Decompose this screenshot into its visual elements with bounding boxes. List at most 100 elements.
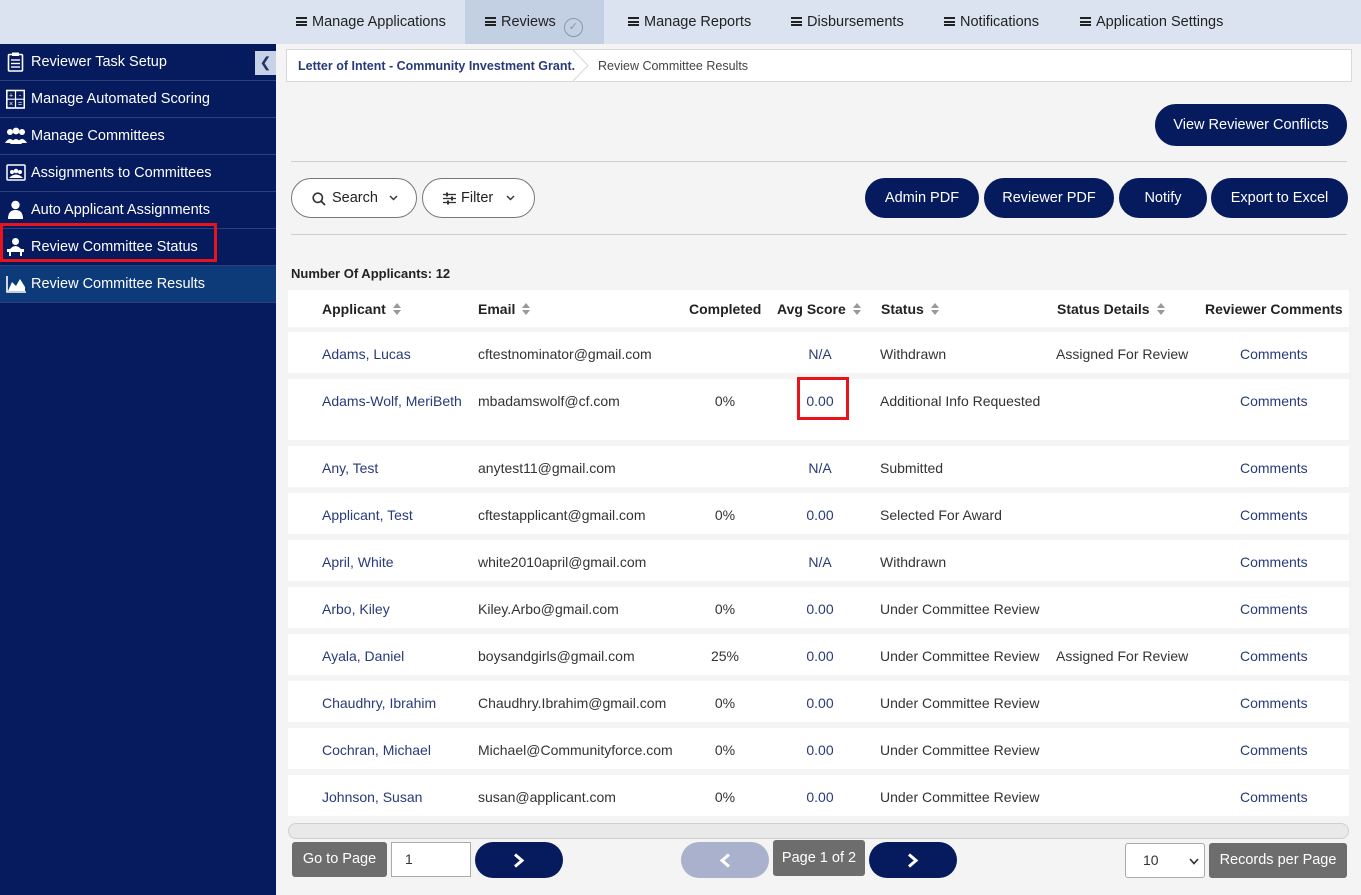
column-header-status-details[interactable]: Status Details bbox=[1057, 301, 1165, 317]
status-details-cell: Assigned For Review bbox=[1056, 346, 1189, 362]
applicant-count: Number Of Applicants: 12 bbox=[291, 266, 451, 281]
sidebar-item-manage-committees[interactable]: Manage Committees bbox=[0, 118, 276, 155]
status-cell: Under Committee Review bbox=[880, 789, 1040, 805]
email-cell: boysandgirls@gmail.com bbox=[478, 648, 635, 664]
svg-text:×: × bbox=[9, 101, 13, 108]
status-cell: Additional Info Requested bbox=[880, 393, 1041, 409]
filter-label: Filter bbox=[461, 190, 494, 206]
collapse-sidebar-button[interactable]: ❮ bbox=[255, 51, 276, 75]
previous-page-button[interactable] bbox=[681, 842, 769, 878]
table-row: Cochran, Michael Michael@Communityforce.… bbox=[288, 728, 1349, 769]
applicant-link[interactable]: Arbo, Kiley bbox=[322, 601, 390, 617]
column-header-email[interactable]: Email bbox=[478, 301, 531, 317]
committee-assign-icon bbox=[6, 164, 26, 181]
applicant-link[interactable]: Any, Test bbox=[322, 460, 378, 476]
nav-manage-reports[interactable]: Manage Reports bbox=[628, 0, 751, 44]
clipboard-checklist-icon bbox=[7, 52, 24, 72]
email-cell: white2010april@gmail.com bbox=[478, 554, 647, 570]
applicant-link[interactable]: April, White bbox=[322, 554, 394, 570]
records-per-page-select[interactable]: 10 bbox=[1125, 843, 1205, 878]
applicant-link[interactable]: Cochran, Michael bbox=[322, 742, 431, 758]
comments-link[interactable]: Comments bbox=[1240, 346, 1308, 362]
sidebar-item-label: Manage Committees bbox=[31, 128, 165, 144]
avg-score-cell: N/A bbox=[808, 554, 832, 570]
group-icon bbox=[5, 127, 27, 144]
status-cell: Under Committee Review bbox=[880, 695, 1040, 711]
avg-score-link[interactable]: 0.00 bbox=[780, 648, 860, 664]
comments-link[interactable]: Comments bbox=[1240, 601, 1308, 617]
status-cell: Submitted bbox=[880, 460, 944, 476]
column-header-avg-score[interactable]: Avg Score bbox=[777, 301, 861, 317]
area-chart-icon bbox=[6, 276, 26, 293]
avg-score-link[interactable]: 0.00 bbox=[780, 789, 860, 805]
applicant-link[interactable]: Adams, Lucas bbox=[322, 346, 411, 362]
go-to-page-button[interactable]: Go to Page bbox=[292, 842, 387, 877]
applicant-link[interactable]: Ayala, Daniel bbox=[322, 648, 404, 664]
page-number-input[interactable]: 1 bbox=[391, 842, 471, 877]
applicant-link[interactable]: Applicant, Test bbox=[322, 507, 413, 523]
table-row: Applicant, Test cftestapplicant@gmail.co… bbox=[288, 493, 1349, 534]
sidebar-item-assignments-to-committees[interactable]: Assignments to Committees bbox=[0, 155, 276, 192]
chevron-left-icon bbox=[719, 853, 730, 868]
avg-score-link[interactable]: 0.00 bbox=[780, 742, 860, 758]
nav-notifications[interactable]: Notifications bbox=[944, 0, 1039, 44]
applicant-link[interactable]: Johnson, Susan bbox=[322, 789, 422, 805]
table-row: Chaudhry, Ibrahim Chaudhry.Ibrahim@gmail… bbox=[288, 681, 1349, 722]
comments-link[interactable]: Comments bbox=[1240, 554, 1308, 570]
reviewer-pdf-button[interactable]: Reviewer PDF bbox=[984, 178, 1114, 218]
horizontal-scrollbar[interactable] bbox=[288, 823, 1349, 839]
sort-icon bbox=[392, 303, 401, 315]
nav-application-settings[interactable]: Application Settings bbox=[1080, 0, 1223, 44]
comments-link[interactable]: Comments bbox=[1240, 507, 1308, 523]
sidebar-item-automated-scoring[interactable]: + - × = Manage Automated Scoring bbox=[0, 81, 276, 118]
export-to-excel-button[interactable]: Export to Excel bbox=[1211, 178, 1348, 218]
highlight-box bbox=[797, 377, 849, 420]
sliders-icon bbox=[443, 192, 456, 205]
sidebar-item-review-committee-results[interactable]: Review Committee Results bbox=[0, 266, 276, 303]
notify-button[interactable]: Notify bbox=[1119, 178, 1207, 218]
applicant-link[interactable]: Adams-Wolf, MeriBeth bbox=[322, 393, 462, 409]
nav-label: Notifications bbox=[960, 14, 1039, 30]
sidebar-item-label: Reviewer Task Setup bbox=[31, 54, 167, 70]
comments-link[interactable]: Comments bbox=[1240, 742, 1308, 758]
nav-label: Manage Reports bbox=[644, 14, 752, 30]
column-header-applicant[interactable]: Applicant bbox=[322, 301, 401, 317]
go-page-button[interactable] bbox=[475, 842, 563, 878]
breadcrumb-parent-link[interactable]: Letter of Intent - Community Investment … bbox=[298, 59, 575, 73]
avg-score-link[interactable]: 0.00 bbox=[780, 601, 860, 617]
comments-link[interactable]: Comments bbox=[1240, 648, 1308, 664]
menu-icon bbox=[791, 17, 802, 26]
avg-score-link[interactable]: 0.00 bbox=[780, 507, 860, 523]
svg-text:=: = bbox=[18, 101, 22, 108]
status-cell: Withdrawn bbox=[880, 346, 947, 362]
next-page-button[interactable] bbox=[869, 842, 957, 878]
nav-manage-applications[interactable]: Manage Applications bbox=[296, 0, 446, 44]
status-cell: Under Committee Review bbox=[880, 601, 1040, 617]
status-cell: Withdrawn bbox=[880, 554, 947, 570]
breadcrumb-current: Review Committee Results bbox=[598, 59, 749, 73]
sort-icon bbox=[1156, 303, 1165, 315]
view-reviewer-conflicts-button[interactable]: View Reviewer Conflicts bbox=[1155, 104, 1347, 146]
table-row: Arbo, Kiley Kiley.Arbo@gmail.com 0% 0.00… bbox=[288, 587, 1349, 628]
comments-link[interactable]: Comments bbox=[1240, 393, 1308, 409]
sidebar-item-reviewer-task-setup[interactable]: Reviewer Task Setup bbox=[0, 44, 276, 81]
sort-icon bbox=[930, 303, 939, 315]
admin-pdf-button[interactable]: Admin PDF bbox=[865, 178, 979, 218]
menu-icon bbox=[628, 17, 639, 26]
nav-reviews[interactable]: Reviews ✓ bbox=[465, 0, 604, 44]
column-header-status[interactable]: Status bbox=[881, 301, 939, 317]
filter-button[interactable]: Filter bbox=[422, 178, 535, 218]
header-label: Applicant bbox=[322, 301, 386, 317]
comments-link[interactable]: Comments bbox=[1240, 789, 1308, 805]
search-button[interactable]: Search bbox=[291, 178, 417, 218]
email-cell: anytest11@gmail.com bbox=[478, 460, 616, 476]
comments-link[interactable]: Comments bbox=[1240, 695, 1308, 711]
applicant-link[interactable]: Chaudhry, Ibrahim bbox=[322, 695, 436, 711]
records-per-page-button[interactable]: Records per Page bbox=[1209, 843, 1347, 878]
avg-score-link[interactable]: 0.00 bbox=[780, 695, 860, 711]
avg-score-cell: N/A bbox=[808, 346, 832, 362]
comments-link[interactable]: Comments bbox=[1240, 460, 1308, 476]
header-label: Reviewer Comments bbox=[1205, 301, 1343, 317]
nav-disbursements[interactable]: Disbursements bbox=[791, 0, 904, 44]
status-cell: Under Committee Review bbox=[880, 742, 1040, 758]
